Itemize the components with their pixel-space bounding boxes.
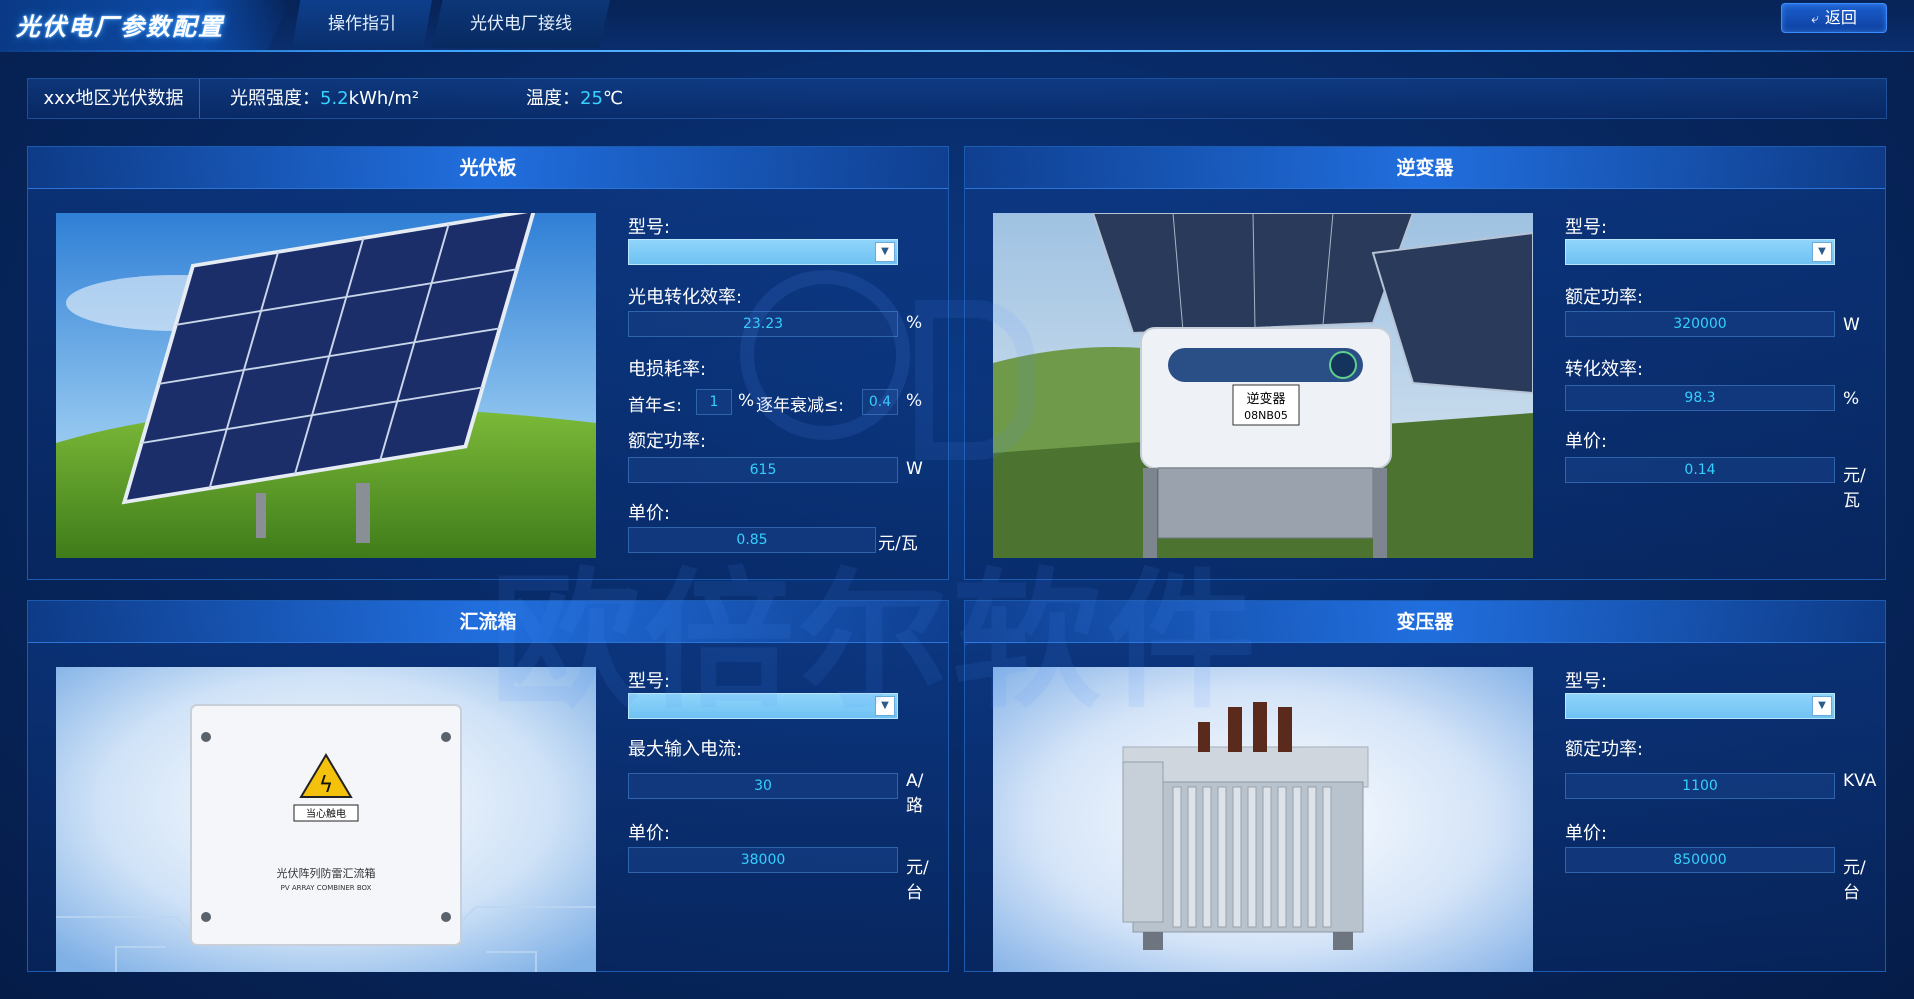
transformer-price-input[interactable]: 850000	[1565, 847, 1835, 873]
transformer-panel-title: 变压器	[965, 601, 1885, 643]
pv-panel-title: 光伏板	[28, 147, 948, 189]
pv-efficiency-input[interactable]: 23.23	[628, 311, 898, 337]
pv-decay-unit: %	[906, 391, 923, 411]
combiner-price-unit: 元/台	[906, 858, 929, 903]
pv-first-year-label: 首年≤:	[628, 396, 682, 416]
inverter-efficiency-label: 转化效率:	[1565, 359, 1644, 380]
light-value: 5.2	[320, 88, 349, 109]
region-label: xxx地区光伏数据	[28, 79, 200, 118]
pv-power-label: 额定功率:	[628, 431, 707, 452]
combiner-warning-text: 当心触电	[306, 807, 346, 820]
transformer-power-unit: KVA	[1843, 771, 1877, 791]
inverter-efficiency-unit: %	[1843, 389, 1860, 409]
chevron-down-icon: ▼	[875, 242, 895, 262]
chevron-down-icon: ▼	[875, 696, 895, 716]
transformer-price-label: 单价:	[1565, 823, 1608, 844]
combiner-image: ϟ 当心触电 光伏阵列防雷汇流箱 PV ARRAY COMBINER BOX	[56, 667, 596, 972]
inverter-price-unit: 元/瓦	[1843, 466, 1866, 511]
back-label: 返回	[1824, 8, 1857, 27]
inverter-power-label: 额定功率:	[1565, 287, 1644, 308]
pv-efficiency-unit: %	[906, 313, 923, 333]
chevron-down-icon: ▼	[1812, 696, 1832, 716]
tab-operation-guide[interactable]: 操作指引	[292, 0, 432, 48]
region-info-bar: xxx地区光伏数据 光照强度：5.2kWh/m² 温度：25℃	[27, 78, 1887, 119]
transformer-model-select[interactable]: ▼	[1565, 693, 1835, 719]
pv-first-year-input[interactable]: 1	[696, 389, 732, 415]
pv-price-label: 单价:	[628, 503, 671, 524]
pv-first-year-unit: %	[738, 391, 755, 411]
inverter-power-input[interactable]: 320000	[1565, 311, 1835, 337]
transformer-panel-card: 变压器 型号: ▼ 额定功率: 1100 KVA 单价: 850000 元/台	[964, 600, 1886, 972]
chevron-down-icon: ▼	[1812, 242, 1832, 262]
combiner-caption-cn: 光伏阵列防雷汇流箱	[277, 866, 376, 880]
inverter-power-unit: W	[1843, 315, 1860, 335]
svg-text:ϟ: ϟ	[319, 773, 334, 798]
temperature: 温度：25℃	[526, 79, 623, 118]
tab-pv-wiring[interactable]: 光伏电厂接线	[432, 0, 610, 48]
pv-power-unit: W	[906, 459, 923, 479]
pv-decay-input[interactable]: 0.4	[862, 389, 898, 415]
inverter-price-label: 单价:	[1565, 431, 1608, 452]
back-arrow-icon: ⤶	[1811, 11, 1819, 27]
inverter-efficiency-input[interactable]: 98.3	[1565, 385, 1835, 411]
combiner-current-unit: A/路	[906, 771, 924, 816]
combiner-caption-en: PV ARRAY COMBINER BOX	[281, 884, 372, 892]
combiner-panel-card: 汇流箱 ϟ 当心触电 光伏阵列防雷汇流箱 PV ARRAY COMBINER B…	[27, 600, 949, 972]
header-glow-line	[0, 50, 1914, 52]
top-header: 光伏电厂参数配置 操作指引 光伏电厂接线 ⤶ 返回	[0, 0, 1914, 52]
light-label: 光照强度：	[230, 88, 320, 109]
combiner-price-label: 单价:	[628, 823, 671, 844]
transformer-price-unit: 元/台	[1843, 858, 1866, 903]
pv-power-input[interactable]: 615	[628, 457, 898, 483]
inverter-model-label: 型号:	[1565, 217, 1608, 238]
transformer-image	[993, 667, 1533, 972]
pv-efficiency-label: 光电转化效率:	[628, 287, 743, 308]
inverter-model-select[interactable]: ▼	[1565, 239, 1835, 265]
pv-panel-card: 光伏板 型号: ▼ 光电转化效率: 23.23 % 电损耗率: 首年≤: 1 %…	[27, 146, 949, 580]
combiner-model-select[interactable]: ▼	[628, 693, 898, 719]
inverter-device-code: 08NB05	[1244, 409, 1288, 422]
transformer-power-input[interactable]: 1100	[1565, 773, 1835, 799]
inverter-image: 逆变器 08NB05	[993, 213, 1533, 558]
light-intensity: 光照强度：5.2kWh/m²	[230, 79, 419, 118]
temp-label: 温度：	[526, 88, 580, 109]
combiner-current-input[interactable]: 30	[628, 773, 898, 799]
inverter-panel-title: 逆变器	[965, 147, 1885, 189]
combiner-current-label: 最大输入电流:	[628, 739, 743, 760]
combiner-panel-title: 汇流箱	[28, 601, 948, 643]
pv-price-input[interactable]: 0.85	[628, 527, 876, 553]
pv-price-unit: 元/瓦	[878, 534, 918, 554]
pv-model-label: 型号:	[628, 217, 671, 238]
app-title: 光伏电厂参数配置	[0, 0, 290, 52]
transformer-power-label: 额定功率:	[1565, 739, 1644, 760]
combiner-price-input[interactable]: 38000	[628, 847, 898, 873]
pv-decay-label: 逐年衰减≤:	[756, 396, 844, 416]
inverter-panel-card: 逆变器 逆变器 08NB05 型号: ▼ 额定功率: 320000 W 转化效率…	[964, 146, 1886, 580]
combiner-model-label: 型号:	[628, 671, 671, 692]
inverter-price-input[interactable]: 0.14	[1565, 457, 1835, 483]
temp-unit: ℃	[602, 88, 624, 109]
inverter-device-label: 逆变器	[1246, 391, 1285, 407]
back-button[interactable]: ⤶ 返回	[1781, 3, 1887, 33]
temp-value: 25	[580, 88, 603, 109]
transformer-model-label: 型号:	[1565, 671, 1608, 692]
pv-model-select[interactable]: ▼	[628, 239, 898, 265]
light-unit: kWh/m²	[348, 88, 420, 109]
pv-loss-label: 电损耗率:	[628, 359, 707, 380]
pv-panel-image	[56, 213, 596, 558]
